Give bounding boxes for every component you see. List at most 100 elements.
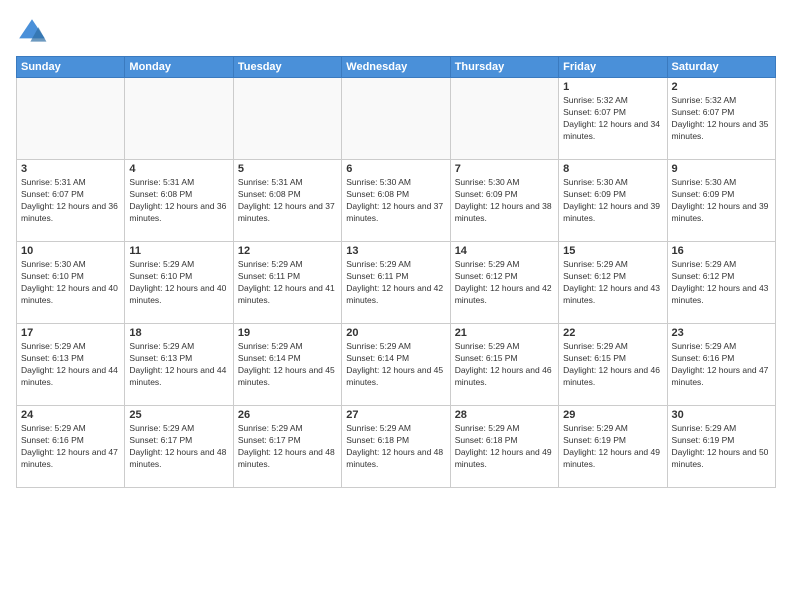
day-number: 10: [21, 245, 120, 257]
table-row: 13Sunrise: 5:29 AM Sunset: 6:11 PM Dayli…: [342, 242, 450, 324]
day-info: Sunrise: 5:30 AM Sunset: 6:09 PM Dayligh…: [563, 177, 662, 225]
header-row: SundayMondayTuesdayWednesdayThursdayFrid…: [17, 57, 776, 78]
table-row: 5 Sunrise: 5:31 AM Sunset: 6:08 PM Daylig…: [233, 160, 341, 242]
week-row: 1 Sunrise: 5:32 AM Sunset: 6:07 PM Daylig…: [17, 78, 776, 160]
day-info: Sunrise: 5:29 AM Sunset: 6:10 PM Dayligh…: [129, 259, 228, 307]
table-row: 17Sunrise: 5:29 AM Sunset: 6:13 PM Dayli…: [17, 324, 125, 406]
table-row: 27 Sunrise: 5:29 AM Sunset: 6:18 PM Dayli…: [342, 406, 450, 488]
table-row: 4 Sunrise: 5:31 AM Sunset: 6:08 PM Daylig…: [125, 160, 233, 242]
day-number: 22: [563, 327, 662, 339]
day-info: Sunrise: 5:30 AM Sunset: 6:09 PM Dayligh…: [455, 177, 554, 225]
logo-icon: [16, 16, 48, 48]
day-number: 25: [129, 409, 228, 421]
day-header: Friday: [559, 57, 667, 78]
day-number: 1: [563, 81, 662, 93]
day-header: Sunday: [17, 57, 125, 78]
day-info: Sunrise: 5:29 AM Sunset: 6:19 PM Dayligh…: [672, 423, 771, 471]
table-row: 1 Sunrise: 5:32 AM Sunset: 6:07 PM Daylig…: [559, 78, 667, 160]
table-row: 29Sunrise: 5:29 AM Sunset: 6:19 PM Dayli…: [559, 406, 667, 488]
day-number: 12: [238, 245, 337, 257]
table-row: 6 Sunrise: 5:30 AM Sunset: 6:08 PM Daylig…: [342, 160, 450, 242]
day-info: Sunrise: 5:32 AM Sunset: 6:07 PM Dayligh…: [672, 95, 771, 143]
day-number: 8: [563, 163, 662, 175]
day-header: Tuesday: [233, 57, 341, 78]
table-row: 30 Sunrise: 5:29 AM Sunset: 6:19 PM Dayli…: [667, 406, 775, 488]
day-number: 3: [21, 163, 120, 175]
day-number: 24: [21, 409, 120, 421]
day-info: Sunrise: 5:29 AM Sunset: 6:11 PM Dayligh…: [238, 259, 337, 307]
calendar: SundayMondayTuesdayWednesdayThursdayFrid…: [16, 56, 776, 488]
day-info: Sunrise: 5:29 AM Sunset: 6:18 PM Dayligh…: [455, 423, 554, 471]
day-number: 27: [346, 409, 445, 421]
day-number: 15: [563, 245, 662, 257]
day-info: Sunrise: 5:30 AM Sunset: 6:10 PM Dayligh…: [21, 259, 120, 307]
day-info: Sunrise: 5:29 AM Sunset: 6:12 PM Dayligh…: [672, 259, 771, 307]
day-info: Sunrise: 5:29 AM Sunset: 6:12 PM Dayligh…: [455, 259, 554, 307]
day-number: 6: [346, 163, 445, 175]
day-info: Sunrise: 5:29 AM Sunset: 6:18 PM Dayligh…: [346, 423, 445, 471]
day-info: Sunrise: 5:29 AM Sunset: 6:15 PM Dayligh…: [563, 341, 662, 389]
day-header: Thursday: [450, 57, 558, 78]
day-number: 21: [455, 327, 554, 339]
table-row: 25 Sunrise: 5:29 AM Sunset: 6:17 PM Dayli…: [125, 406, 233, 488]
day-info: Sunrise: 5:29 AM Sunset: 6:11 PM Dayligh…: [346, 259, 445, 307]
day-header: Wednesday: [342, 57, 450, 78]
table-row: 22 Sunrise: 5:29 AM Sunset: 6:15 PM Dayli…: [559, 324, 667, 406]
day-number: 16: [672, 245, 771, 257]
day-number: 18: [129, 327, 228, 339]
day-number: 4: [129, 163, 228, 175]
table-row: 24 Sunrise: 5:29 AM Sunset: 6:16 PM Dayli…: [17, 406, 125, 488]
day-number: 23: [672, 327, 771, 339]
table-row: 9Sunrise: 5:30 AM Sunset: 6:09 PM Daylig…: [667, 160, 775, 242]
day-info: Sunrise: 5:29 AM Sunset: 6:15 PM Dayligh…: [455, 341, 554, 389]
day-number: 20: [346, 327, 445, 339]
header: [16, 16, 776, 48]
table-row: [450, 78, 558, 160]
day-number: 2: [672, 81, 771, 93]
table-row: 28 Sunrise: 5:29 AM Sunset: 6:18 PM Dayli…: [450, 406, 558, 488]
day-number: 17: [21, 327, 120, 339]
table-row: [342, 78, 450, 160]
day-number: 30: [672, 409, 771, 421]
day-number: 26: [238, 409, 337, 421]
table-row: 3 Sunrise: 5:31 AM Sunset: 6:07 PM Daylig…: [17, 160, 125, 242]
page: SundayMondayTuesdayWednesdayThursdayFrid…: [0, 0, 792, 612]
day-number: 29: [563, 409, 662, 421]
day-info: Sunrise: 5:30 AM Sunset: 6:08 PM Dayligh…: [346, 177, 445, 225]
day-number: 14: [455, 245, 554, 257]
table-row: 12 Sunrise: 5:29 AM Sunset: 6:11 PM Dayli…: [233, 242, 341, 324]
day-number: 28: [455, 409, 554, 421]
day-info: Sunrise: 5:29 AM Sunset: 6:17 PM Dayligh…: [238, 423, 337, 471]
day-info: Sunrise: 5:31 AM Sunset: 6:07 PM Dayligh…: [21, 177, 120, 225]
table-row: 26 Sunrise: 5:29 AM Sunset: 6:17 PM Dayli…: [233, 406, 341, 488]
table-row: 8 Sunrise: 5:30 AM Sunset: 6:09 PM Daylig…: [559, 160, 667, 242]
table-row: 14 Sunrise: 5:29 AM Sunset: 6:12 PM Dayli…: [450, 242, 558, 324]
logo: [16, 16, 52, 48]
day-info: Sunrise: 5:29 AM Sunset: 6:14 PM Dayligh…: [238, 341, 337, 389]
day-info: Sunrise: 5:32 AM Sunset: 6:07 PM Dayligh…: [563, 95, 662, 143]
week-row: 3 Sunrise: 5:31 AM Sunset: 6:07 PM Daylig…: [17, 160, 776, 242]
day-info: Sunrise: 5:29 AM Sunset: 6:12 PM Dayligh…: [563, 259, 662, 307]
table-row: 16 Sunrise: 5:29 AM Sunset: 6:12 PM Dayli…: [667, 242, 775, 324]
table-row: 15 Sunrise: 5:29 AM Sunset: 6:12 PM Dayli…: [559, 242, 667, 324]
day-info: Sunrise: 5:31 AM Sunset: 6:08 PM Dayligh…: [129, 177, 228, 225]
table-row: [125, 78, 233, 160]
day-info: Sunrise: 5:29 AM Sunset: 6:16 PM Dayligh…: [21, 423, 120, 471]
day-number: 5: [238, 163, 337, 175]
day-number: 7: [455, 163, 554, 175]
day-info: Sunrise: 5:29 AM Sunset: 6:17 PM Dayligh…: [129, 423, 228, 471]
table-row: 7 Sunrise: 5:30 AM Sunset: 6:09 PM Daylig…: [450, 160, 558, 242]
table-row: 10 Sunrise: 5:30 AM Sunset: 6:10 PM Dayli…: [17, 242, 125, 324]
week-row: 24 Sunrise: 5:29 AM Sunset: 6:16 PM Dayli…: [17, 406, 776, 488]
table-row: [17, 78, 125, 160]
table-row: 20 Sunrise: 5:29 AM Sunset: 6:14 PM Dayli…: [342, 324, 450, 406]
table-row: 19Sunrise: 5:29 AM Sunset: 6:14 PM Dayli…: [233, 324, 341, 406]
table-row: 23 Sunrise: 5:29 AM Sunset: 6:16 PM Dayli…: [667, 324, 775, 406]
day-info: Sunrise: 5:29 AM Sunset: 6:14 PM Dayligh…: [346, 341, 445, 389]
day-header: Saturday: [667, 57, 775, 78]
table-row: [233, 78, 341, 160]
table-row: 21 Sunrise: 5:29 AM Sunset: 6:15 PM Dayli…: [450, 324, 558, 406]
day-info: Sunrise: 5:29 AM Sunset: 6:16 PM Dayligh…: [672, 341, 771, 389]
day-info: Sunrise: 5:29 AM Sunset: 6:13 PM Dayligh…: [129, 341, 228, 389]
day-info: Sunrise: 5:31 AM Sunset: 6:08 PM Dayligh…: [238, 177, 337, 225]
